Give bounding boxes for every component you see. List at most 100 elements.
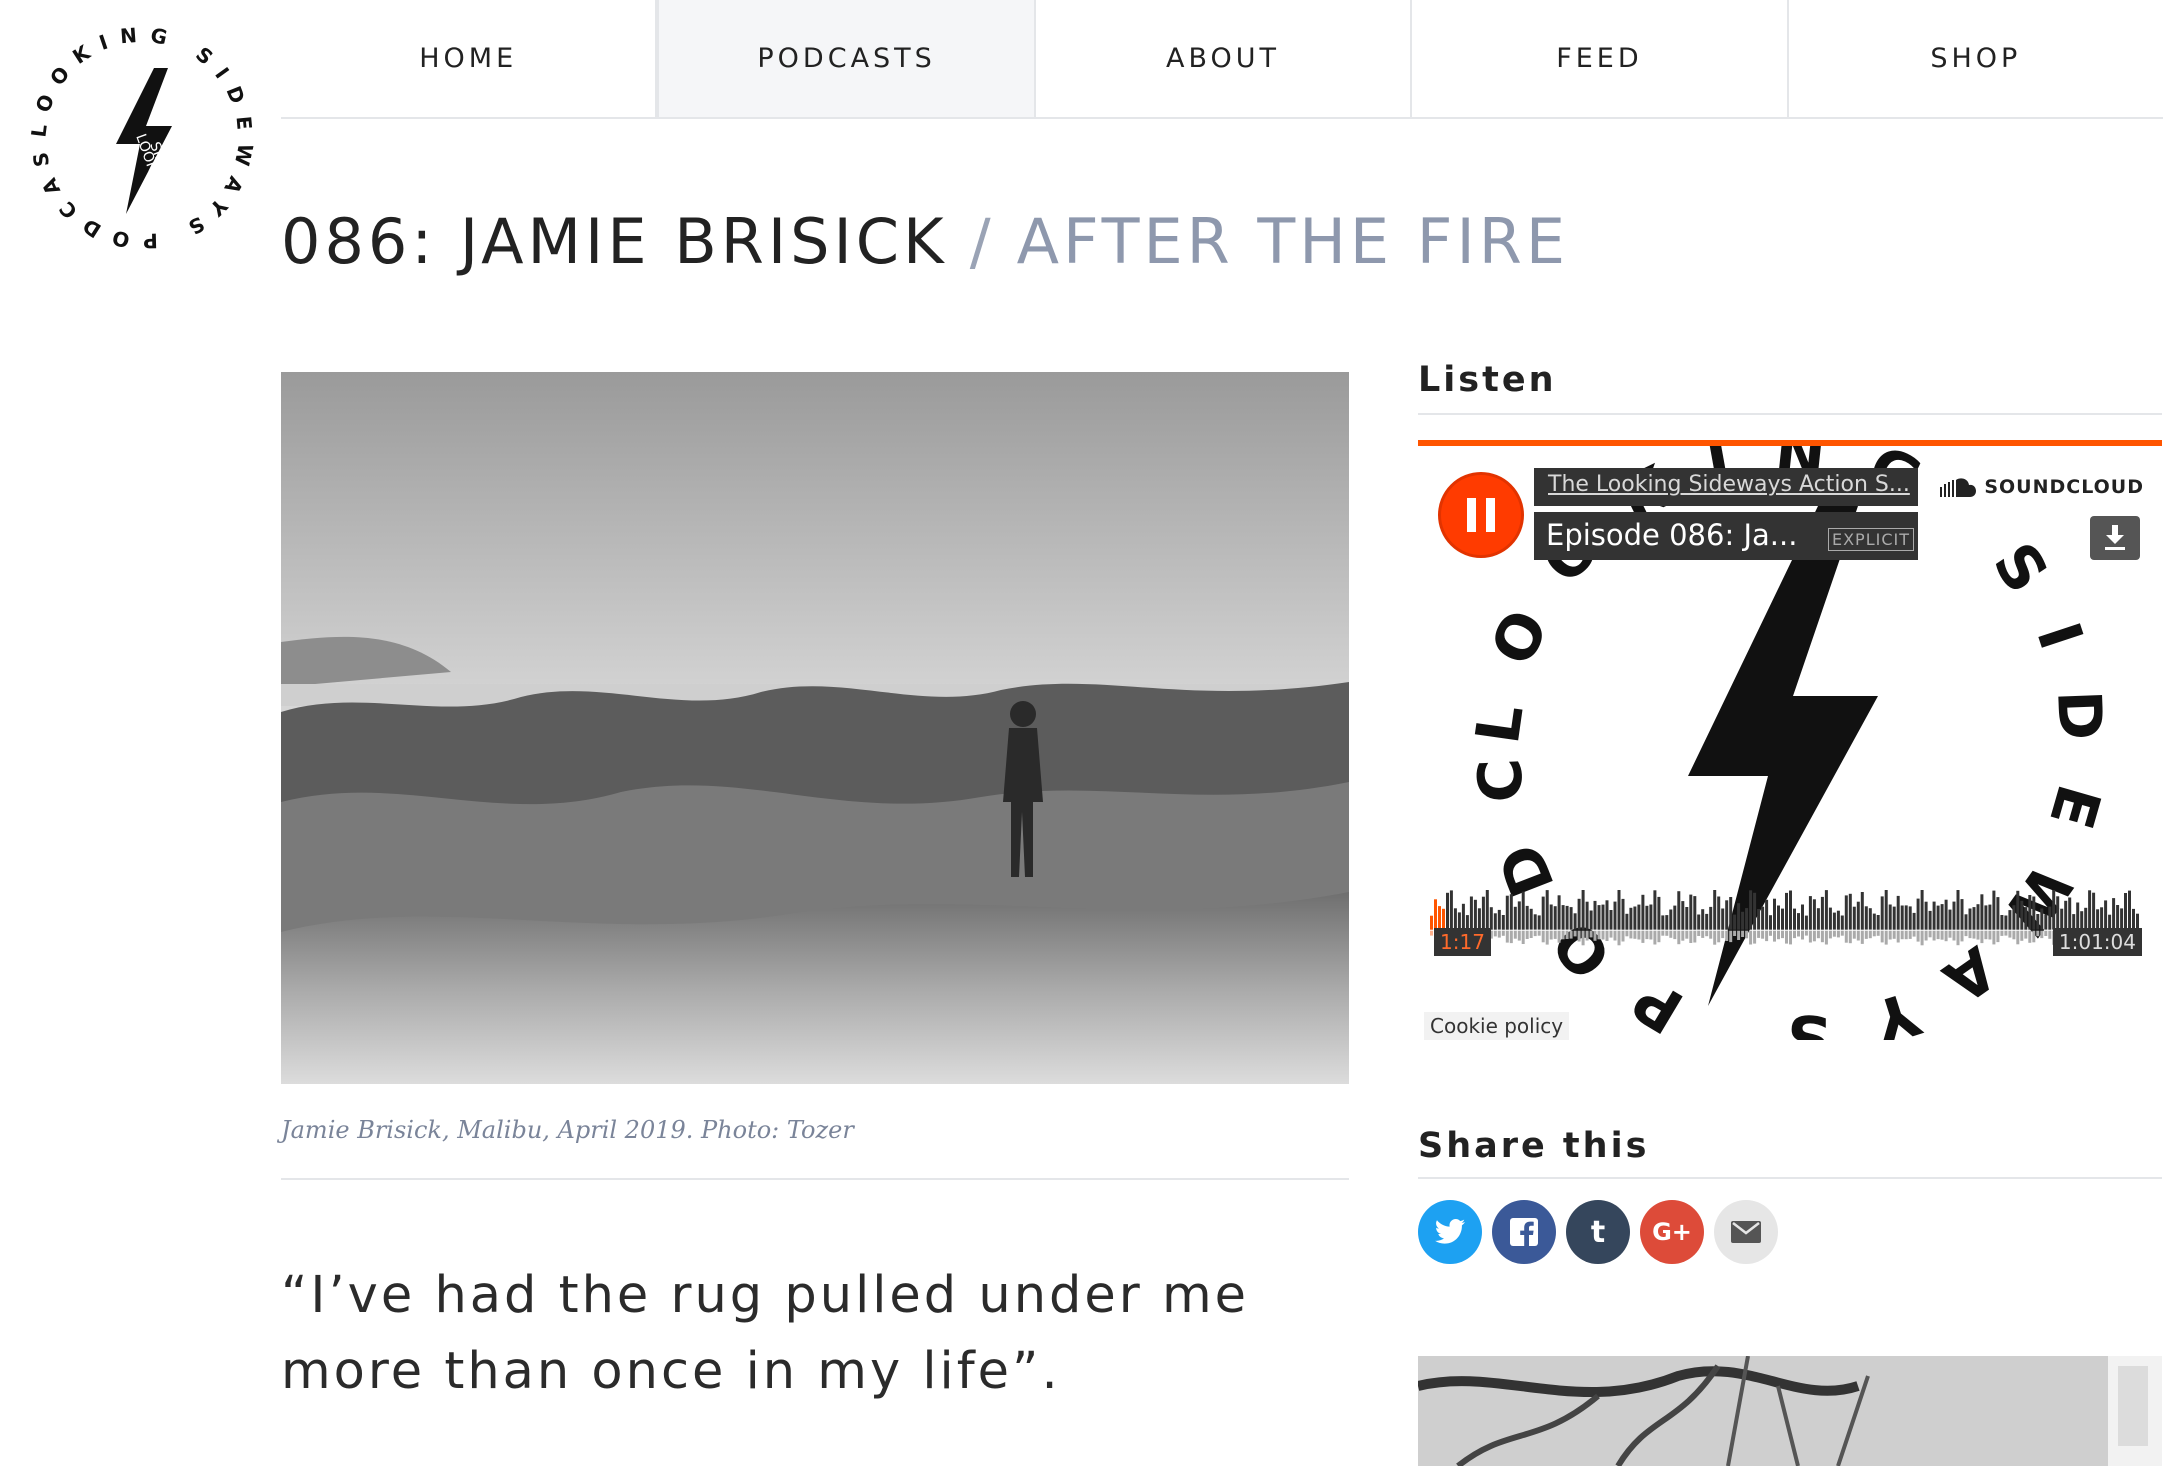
waveform-bar — [1485, 890, 1489, 930]
hero-photo — [281, 372, 1349, 1084]
waveform-reflection — [2016, 930, 2020, 945]
waveform-reflection — [1585, 930, 1589, 941]
logo-graphic: LOOKING SIDEWAYS PODCAST LOOKING SIDEWAY… — [9, 0, 246, 253]
share-email-button[interactable] — [1714, 1200, 1778, 1264]
player-waveform[interactable] — [1430, 890, 2140, 954]
waveform-bar — [2084, 907, 2088, 930]
waveform-bar — [2116, 905, 2120, 930]
waveform-reflection — [1501, 930, 1505, 936]
waveform-bar — [1717, 896, 1721, 930]
waveform-reflection — [1840, 930, 1844, 936]
waveform-bar — [1501, 915, 1505, 930]
share-tumblr-button[interactable]: t — [1566, 1200, 1630, 1264]
waveform-bar — [1944, 899, 1948, 930]
waveform-bar — [1593, 900, 1597, 930]
waveform-bar — [1633, 906, 1637, 930]
waveform-bar — [1442, 908, 1445, 930]
waveform-bar — [1804, 915, 1808, 930]
waveform-reflection — [1852, 930, 1856, 939]
episode-subtitle: AFTER THE FIRE — [1016, 205, 1569, 278]
waveform-bar — [1473, 899, 1477, 930]
waveform-reflection — [1801, 930, 1804, 940]
waveform-bar — [2000, 915, 2004, 930]
waveform-bar — [1733, 914, 1737, 930]
waveform-bar — [1461, 903, 1465, 930]
waveform-bar — [1876, 915, 1880, 930]
share-google-plus-button[interactable]: G+ — [1640, 1200, 1704, 1264]
waveform-bar — [1553, 906, 1557, 930]
waveform-bar — [1912, 912, 1916, 930]
waveform-reflection — [1984, 930, 1988, 940]
nav-shop[interactable]: SHOP — [1789, 0, 2163, 117]
sidebar-photo — [1418, 1356, 2162, 1466]
waveform-reflection — [1812, 930, 1816, 942]
waveform-reflection — [1537, 930, 1541, 936]
waveform-reflection — [2020, 930, 2024, 941]
site-logo[interactable]: LOOKING SIDEWAYS PODCAST LOOKING SIDEWAY… — [9, 0, 262, 258]
waveform-bar — [1860, 892, 1864, 930]
player-track-title[interactable]: Episode 086: Ja... EXPLICIT — [1534, 512, 1918, 560]
waveform-reflection — [1649, 930, 1653, 940]
soundcloud-player[interactable]: LOOKING SIDEWAYS PODCAST The Looking Sid… — [1418, 440, 2162, 1040]
waveform-bar — [2040, 908, 2044, 930]
waveform-bar — [1545, 890, 1549, 930]
track-title-text: Episode 086: Ja... — [1546, 518, 1798, 552]
waveform-reflection — [1820, 930, 1824, 943]
nav-podcasts[interactable]: PODCASTS — [657, 0, 1036, 117]
main-nav: HOME PODCASTS ABOUT FEED SHOP — [281, 0, 2163, 119]
share-facebook-button[interactable] — [1492, 1200, 1556, 1264]
waveform-bar — [1749, 890, 1753, 930]
waveform-bar — [1828, 907, 1832, 930]
waveform-bar — [2052, 890, 2056, 930]
waveform-reflection — [1884, 930, 1888, 945]
waveform-bar — [1641, 894, 1645, 930]
waveform-bar — [2016, 890, 2020, 930]
waveform-bar — [2100, 907, 2104, 930]
pause-button[interactable] — [1438, 472, 1524, 558]
nav-about[interactable]: ABOUT — [1036, 0, 1413, 117]
waveform-bar — [1449, 890, 1453, 930]
waveform-reflection — [2008, 930, 2012, 938]
waveform-bar — [1956, 890, 1960, 930]
waveform-reflection — [2048, 930, 2052, 939]
waveform-bar — [1801, 904, 1804, 930]
waveform-reflection — [1581, 930, 1585, 946]
waveform-bar — [1745, 908, 1749, 930]
waveform-bar — [2120, 908, 2124, 930]
waveform-reflection — [1765, 930, 1769, 942]
waveform-reflection — [1864, 930, 1868, 939]
waveform-reflection — [1693, 930, 1697, 943]
waveform-bar — [1781, 908, 1784, 930]
waveform-bar — [2104, 900, 2108, 930]
waveform-reflection — [1928, 930, 1932, 938]
waveform-reflection — [2044, 930, 2048, 936]
player-artist-link[interactable]: The Looking Sideways Action S... — [1534, 468, 1918, 506]
tumblr-icon: t — [1590, 1214, 1606, 1250]
share-twitter-button[interactable] — [1418, 1200, 1482, 1264]
player-total-time: 1:01:04 — [2052, 928, 2142, 956]
waveform-bar — [2080, 911, 2084, 930]
waveform-bar — [1569, 907, 1573, 930]
waveform-bar — [1533, 914, 1537, 930]
waveform-bar — [1697, 914, 1701, 930]
nav-feed[interactable]: FEED — [1412, 0, 1789, 117]
waveform-reflection — [1689, 930, 1693, 943]
waveform-bar — [1617, 890, 1621, 930]
download-button[interactable] — [2090, 516, 2140, 560]
waveform-reflection — [1609, 930, 1613, 938]
waveform-reflection — [1988, 930, 1992, 940]
waveform-reflection — [1769, 930, 1772, 936]
waveform-bar — [1753, 892, 1757, 930]
nav-home[interactable]: HOME — [281, 0, 658, 117]
waveform-reflection — [1545, 930, 1549, 945]
waveform-bar — [1773, 898, 1776, 930]
waveform-reflection — [1876, 930, 1880, 936]
waveform-reflection — [1593, 930, 1597, 941]
waveform-bar — [1816, 908, 1820, 930]
cookie-policy-link[interactable]: Cookie policy — [1424, 1012, 1570, 1040]
waveform-bar — [1685, 907, 1689, 930]
soundcloud-logo[interactable]: SOUNDCLOUD — [1940, 476, 2144, 498]
waveform-bar — [1964, 914, 1968, 930]
waveform-bar — [1824, 890, 1828, 930]
waveform-bar — [1497, 909, 1501, 930]
